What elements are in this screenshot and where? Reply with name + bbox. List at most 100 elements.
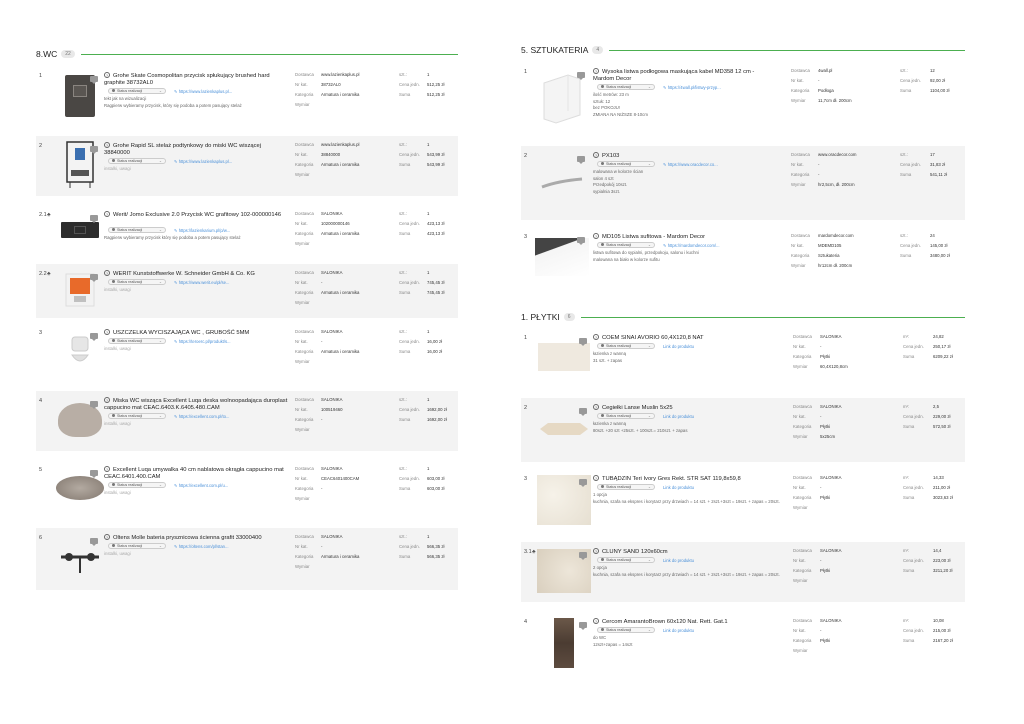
info-icon[interactable]: ?	[104, 142, 110, 148]
comment-icon[interactable]	[90, 76, 98, 84]
status-select[interactable]: Status realizacji ⌄	[597, 343, 655, 349]
list-item[interactable]: 2.1 ♣ ? Werit/ Jomo Exclusive 2.0 Przycisk …	[36, 205, 458, 257]
list-item[interactable]: 3 ? USZCZELKA WYCISZAJĄCA WC , GRUBOŚĆ 5MM…	[36, 323, 458, 381]
info-icon[interactable]: ?	[593, 618, 599, 624]
info-icon[interactable]: ?	[593, 68, 599, 74]
comment-icon[interactable]	[579, 479, 587, 487]
info-icon[interactable]: ?	[593, 233, 599, 239]
info-icon[interactable]: ?	[104, 329, 110, 335]
info-icon[interactable]: ?	[104, 270, 110, 276]
product-name[interactable]: ? Cercom AmarantoBrown 60x120 Nat. Rett. …	[593, 618, 789, 626]
comment-icon[interactable]	[90, 146, 98, 154]
status-select[interactable]: Status realizacji ⌄	[597, 484, 655, 490]
product-link[interactable]: Link do produktu	[663, 485, 694, 490]
status-select[interactable]: Status realizacji ⌄	[108, 543, 166, 549]
product-link[interactable]: ✎ https://www.werit.eu/pl/se...	[174, 280, 229, 285]
product-name[interactable]: ? Miska WC wisząca Excellent Luqa deska w…	[104, 397, 288, 412]
comment-icon[interactable]	[90, 470, 98, 478]
comment-icon[interactable]	[577, 72, 585, 80]
info-icon[interactable]: ?	[593, 334, 599, 340]
list-item[interactable]: 2 ? Cegiełki Lanse Muslin 5x25 Status reali…	[521, 398, 965, 462]
status-select[interactable]: Status realizacji ⌄	[108, 88, 166, 94]
list-item[interactable]: 5 ? Excellent Luqa umywalka 40 cm nablatow…	[36, 460, 458, 518]
comment-icon[interactable]	[90, 215, 98, 223]
info-icon[interactable]: ?	[104, 466, 110, 472]
comment-icon[interactable]	[579, 622, 587, 630]
product-link[interactable]: ✎ https://www.lazienkaplus.pl...	[174, 159, 232, 164]
comment-icon[interactable]	[579, 552, 587, 560]
status-select[interactable]: Status realizacji ⌄	[597, 242, 655, 248]
product-link[interactable]: Link do produktu	[663, 414, 694, 419]
info-icon[interactable]: ?	[593, 475, 599, 481]
product-name[interactable]: ? Werit/ Jomo Exclusive 2.0 Przycisk WC g…	[104, 211, 288, 219]
product-name[interactable]: ? TUBĄDZIN Teri Ivory Gres Rekt. STR SAT …	[593, 475, 789, 483]
status-select[interactable]: Status realizacji ⌄	[597, 627, 655, 633]
list-item[interactable]: 6 ? Oltens Molle bateria prysznicowa ścien…	[36, 528, 458, 590]
comment-icon[interactable]	[577, 156, 585, 164]
info-icon[interactable]: ?	[593, 152, 599, 158]
quantity-value: 14,4	[933, 548, 942, 553]
product-name[interactable]: ? Grohe Skate Cosmopolitan przycisk spłuk…	[104, 72, 288, 87]
product-name[interactable]: ? WERIT Kunststoffwerke W. Schneider GmbH…	[104, 270, 288, 278]
status-select[interactable]: Status realizacji ⌄	[597, 84, 655, 90]
info-icon[interactable]: ?	[104, 211, 110, 217]
list-item[interactable]: 1 ? COEM SINAI AVORIO 60,4X120,8 NAT Status…	[521, 328, 965, 388]
status-select[interactable]: Status realizacji ⌄	[108, 227, 166, 233]
product-name[interactable]: ? MD105 Listwa sufitowa - Mardom Decor	[593, 233, 773, 241]
product-link[interactable]: Link do produktu	[663, 628, 694, 633]
list-item[interactable]: 3 ? TUBĄDZIN Teri Ivory Gres Rekt. STR SAT…	[521, 469, 965, 533]
comment-icon[interactable]	[90, 333, 98, 341]
status-select[interactable]: Status realizacji ⌄	[108, 413, 166, 419]
list-item[interactable]: 3 ? MD105 Listwa sufitowa - Mardom Decor St…	[521, 227, 965, 289]
product-link[interactable]: ✎ https://excellent.com.pl/u...	[174, 483, 228, 488]
comment-icon[interactable]	[90, 274, 98, 282]
list-item[interactable]: 4 ? Cercom AmarantoBrown 60x120 Nat. Rett.…	[521, 612, 965, 676]
product-name[interactable]: ? Cegiełki Lanse Muslin 5x25	[593, 404, 789, 412]
dimension-value: 5x25cm	[820, 434, 836, 439]
status-select[interactable]: Status realizacji ⌄	[597, 557, 655, 563]
product-name[interactable]: ? Wysoka listwa podłogowa maskująca kabel…	[593, 68, 773, 83]
comment-icon[interactable]	[579, 408, 587, 416]
product-link[interactable]: ✎ https://excellent.com.pl/to...	[174, 414, 229, 419]
product-name[interactable]: ? COEM SINAI AVORIO 60,4X120,8 NAT	[593, 334, 789, 342]
product-link[interactable]: Link do produktu	[663, 558, 694, 563]
info-icon[interactable]: ?	[593, 548, 599, 554]
list-item[interactable]: 2 ? PX103 Status realizacji ⌄ ✎ https://www.o…	[521, 146, 965, 220]
section-divider	[609, 49, 965, 51]
status-select[interactable]: Status realizacji ⌄	[108, 279, 166, 285]
list-item[interactable]: 1 ? Wysoka listwa podłogowa maskująca kabe…	[521, 62, 965, 138]
list-item[interactable]: 2.2 ♣ ? WERIT Kunststoffwerke W. Schneider …	[36, 264, 458, 318]
product-name[interactable]: ? Excellent Luqa umywalka 40 cm nablatowa…	[104, 466, 288, 481]
info-icon[interactable]: ?	[104, 534, 110, 540]
info-icon[interactable]: ?	[104, 72, 110, 78]
product-link[interactable]: ✎ https://mardomdecor.com/...	[663, 243, 720, 248]
list-item[interactable]: 4 ? Miska WC wisząca Excellent Luqa deska …	[36, 391, 458, 451]
list-item[interactable]: 1 ? Grohe Skate Cosmopolitan przycisk spłu…	[36, 66, 458, 128]
list-item[interactable]: 2 ? Grohe Rapid SL stelaż podtynkowy do mi…	[36, 136, 458, 196]
status-select[interactable]: Status realizacji ⌄	[108, 338, 166, 344]
product-link[interactable]: ✎ https://www.oracdecor.co...	[663, 162, 718, 167]
product-link[interactable]: ✎ https://teroerc.pl/produkt/s...	[174, 339, 231, 344]
product-link[interactable]: ✎ https://lazienkarium.pl/p/w...	[174, 228, 230, 233]
product-link[interactable]: Link do produktu	[663, 344, 694, 349]
product-link[interactable]: ✎ https://oltens.com/pl/stan...	[174, 544, 229, 549]
product-link[interactable]: ✎ https://www.lazienkaplus.pl...	[174, 89, 232, 94]
section-divider	[580, 316, 965, 318]
product-link[interactable]: ✎ https://4wall.pl/listwy-przyp...	[663, 85, 721, 90]
product-name[interactable]: ? Oltens Molle bateria prysznicowa ścienn…	[104, 534, 288, 542]
product-name[interactable]: ? USZCZELKA WYCISZAJĄCA WC , GRUBOŚĆ 5MM	[104, 329, 288, 337]
status-select[interactable]: Status realizacji ⌄	[597, 413, 655, 419]
product-name[interactable]: ? Grohe Rapid SL stelaż podtynkowy do mis…	[104, 142, 288, 157]
info-icon[interactable]: ?	[104, 397, 110, 403]
product-name[interactable]: ? CLUNY SAND 120x60cm	[593, 548, 789, 556]
comment-icon[interactable]	[577, 237, 585, 245]
info-icon[interactable]: ?	[593, 404, 599, 410]
status-select[interactable]: Status realizacji ⌄	[108, 158, 166, 164]
comment-icon[interactable]	[90, 538, 98, 546]
list-item[interactable]: 3.1 ♣? CLUNY SAND 120x60cm Status realizacj…	[521, 542, 965, 602]
product-name[interactable]: ? PX103	[593, 152, 773, 160]
status-select[interactable]: Status realizacji ⌄	[597, 161, 655, 167]
status-select[interactable]: Status realizacji ⌄	[108, 482, 166, 488]
comment-icon[interactable]	[90, 401, 98, 409]
comment-icon[interactable]	[579, 338, 587, 346]
